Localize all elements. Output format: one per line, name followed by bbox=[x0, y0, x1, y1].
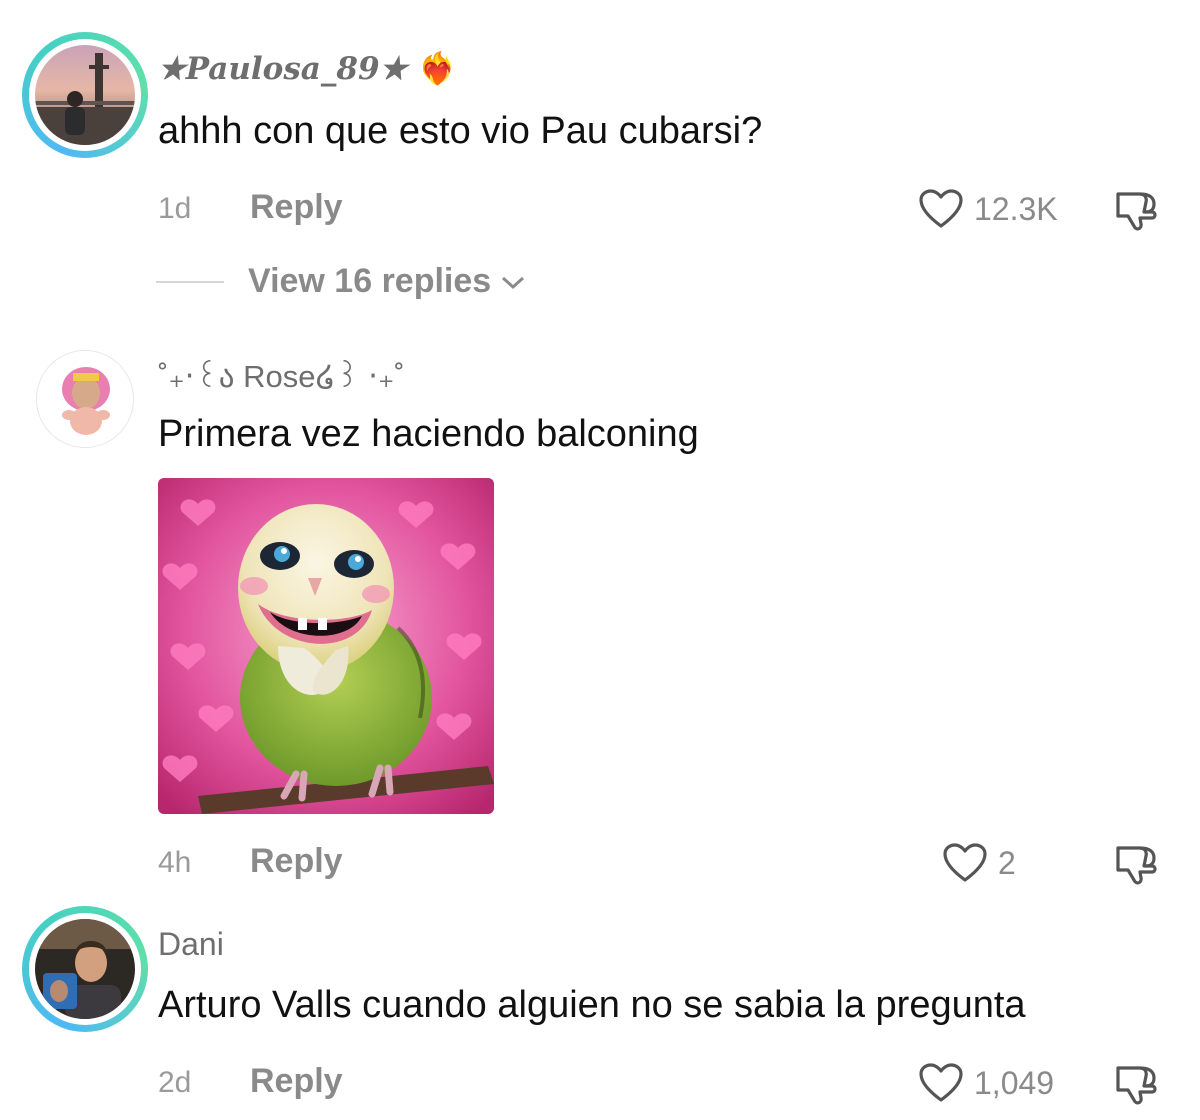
thumbs-down-icon[interactable] bbox=[1110, 188, 1158, 234]
replies-divider bbox=[156, 280, 224, 283]
avatar-photo bbox=[35, 919, 135, 1019]
heart-outline-icon bbox=[943, 843, 987, 882]
comment-text: ahhh con que esto vio Pau cubarsi? bbox=[158, 110, 763, 152]
heart-outline-icon bbox=[919, 1063, 963, 1102]
like-count: 12.3K bbox=[974, 190, 1058, 227]
thumbs-down-icon[interactable] bbox=[1110, 1062, 1158, 1108]
avatar[interactable] bbox=[36, 350, 134, 448]
comment-username[interactable]: ˚₊‧꒰ა Rose໒꒱ ‧₊˚ bbox=[158, 354, 405, 395]
comment-image[interactable] bbox=[158, 478, 494, 814]
comment-timestamp: 2d bbox=[158, 1066, 192, 1099]
comment-username[interactable]: ★Paulosa_89★ ❤️‍🔥 bbox=[158, 50, 457, 87]
parakeet-meme-image bbox=[158, 478, 494, 814]
comment-timestamp: 1d bbox=[158, 192, 192, 225]
thumbs-down-icon[interactable] bbox=[1110, 842, 1158, 888]
reply-button[interactable]: Reply bbox=[250, 842, 343, 881]
avatar-photo bbox=[35, 45, 135, 145]
like-count: 1,049 bbox=[974, 1064, 1055, 1101]
like-count: 2 bbox=[998, 844, 1016, 881]
like-button[interactable]: 1,049 bbox=[918, 1062, 1054, 1104]
like-button[interactable]: 2 bbox=[942, 842, 1016, 884]
comment-1: ★Paulosa_89★ ❤️‍🔥 ahhh con que esto vio … bbox=[0, 0, 1200, 320]
comment-text: Arturo Valls cuando alguien no se sabia … bbox=[158, 984, 1026, 1026]
reply-button[interactable]: Reply bbox=[250, 188, 343, 227]
reply-button[interactable]: Reply bbox=[250, 1062, 343, 1101]
chevron-down-icon bbox=[502, 276, 525, 289]
avatar-photo bbox=[37, 351, 133, 447]
avatar[interactable] bbox=[35, 919, 135, 1019]
heart-on-fire-icon: ❤️‍🔥 bbox=[418, 51, 457, 87]
like-button[interactable]: 12.3K bbox=[918, 188, 1058, 230]
avatar[interactable] bbox=[35, 45, 135, 145]
view-replies-button[interactable]: View 16 replies bbox=[156, 262, 527, 301]
comment-text: Primera vez haciendo balconing bbox=[158, 413, 699, 455]
comment-username[interactable]: Dani bbox=[158, 926, 224, 963]
view-replies-label: View 16 replies bbox=[248, 262, 492, 300]
heart-outline-icon bbox=[919, 189, 963, 228]
comment-timestamp: 4h bbox=[158, 846, 192, 879]
